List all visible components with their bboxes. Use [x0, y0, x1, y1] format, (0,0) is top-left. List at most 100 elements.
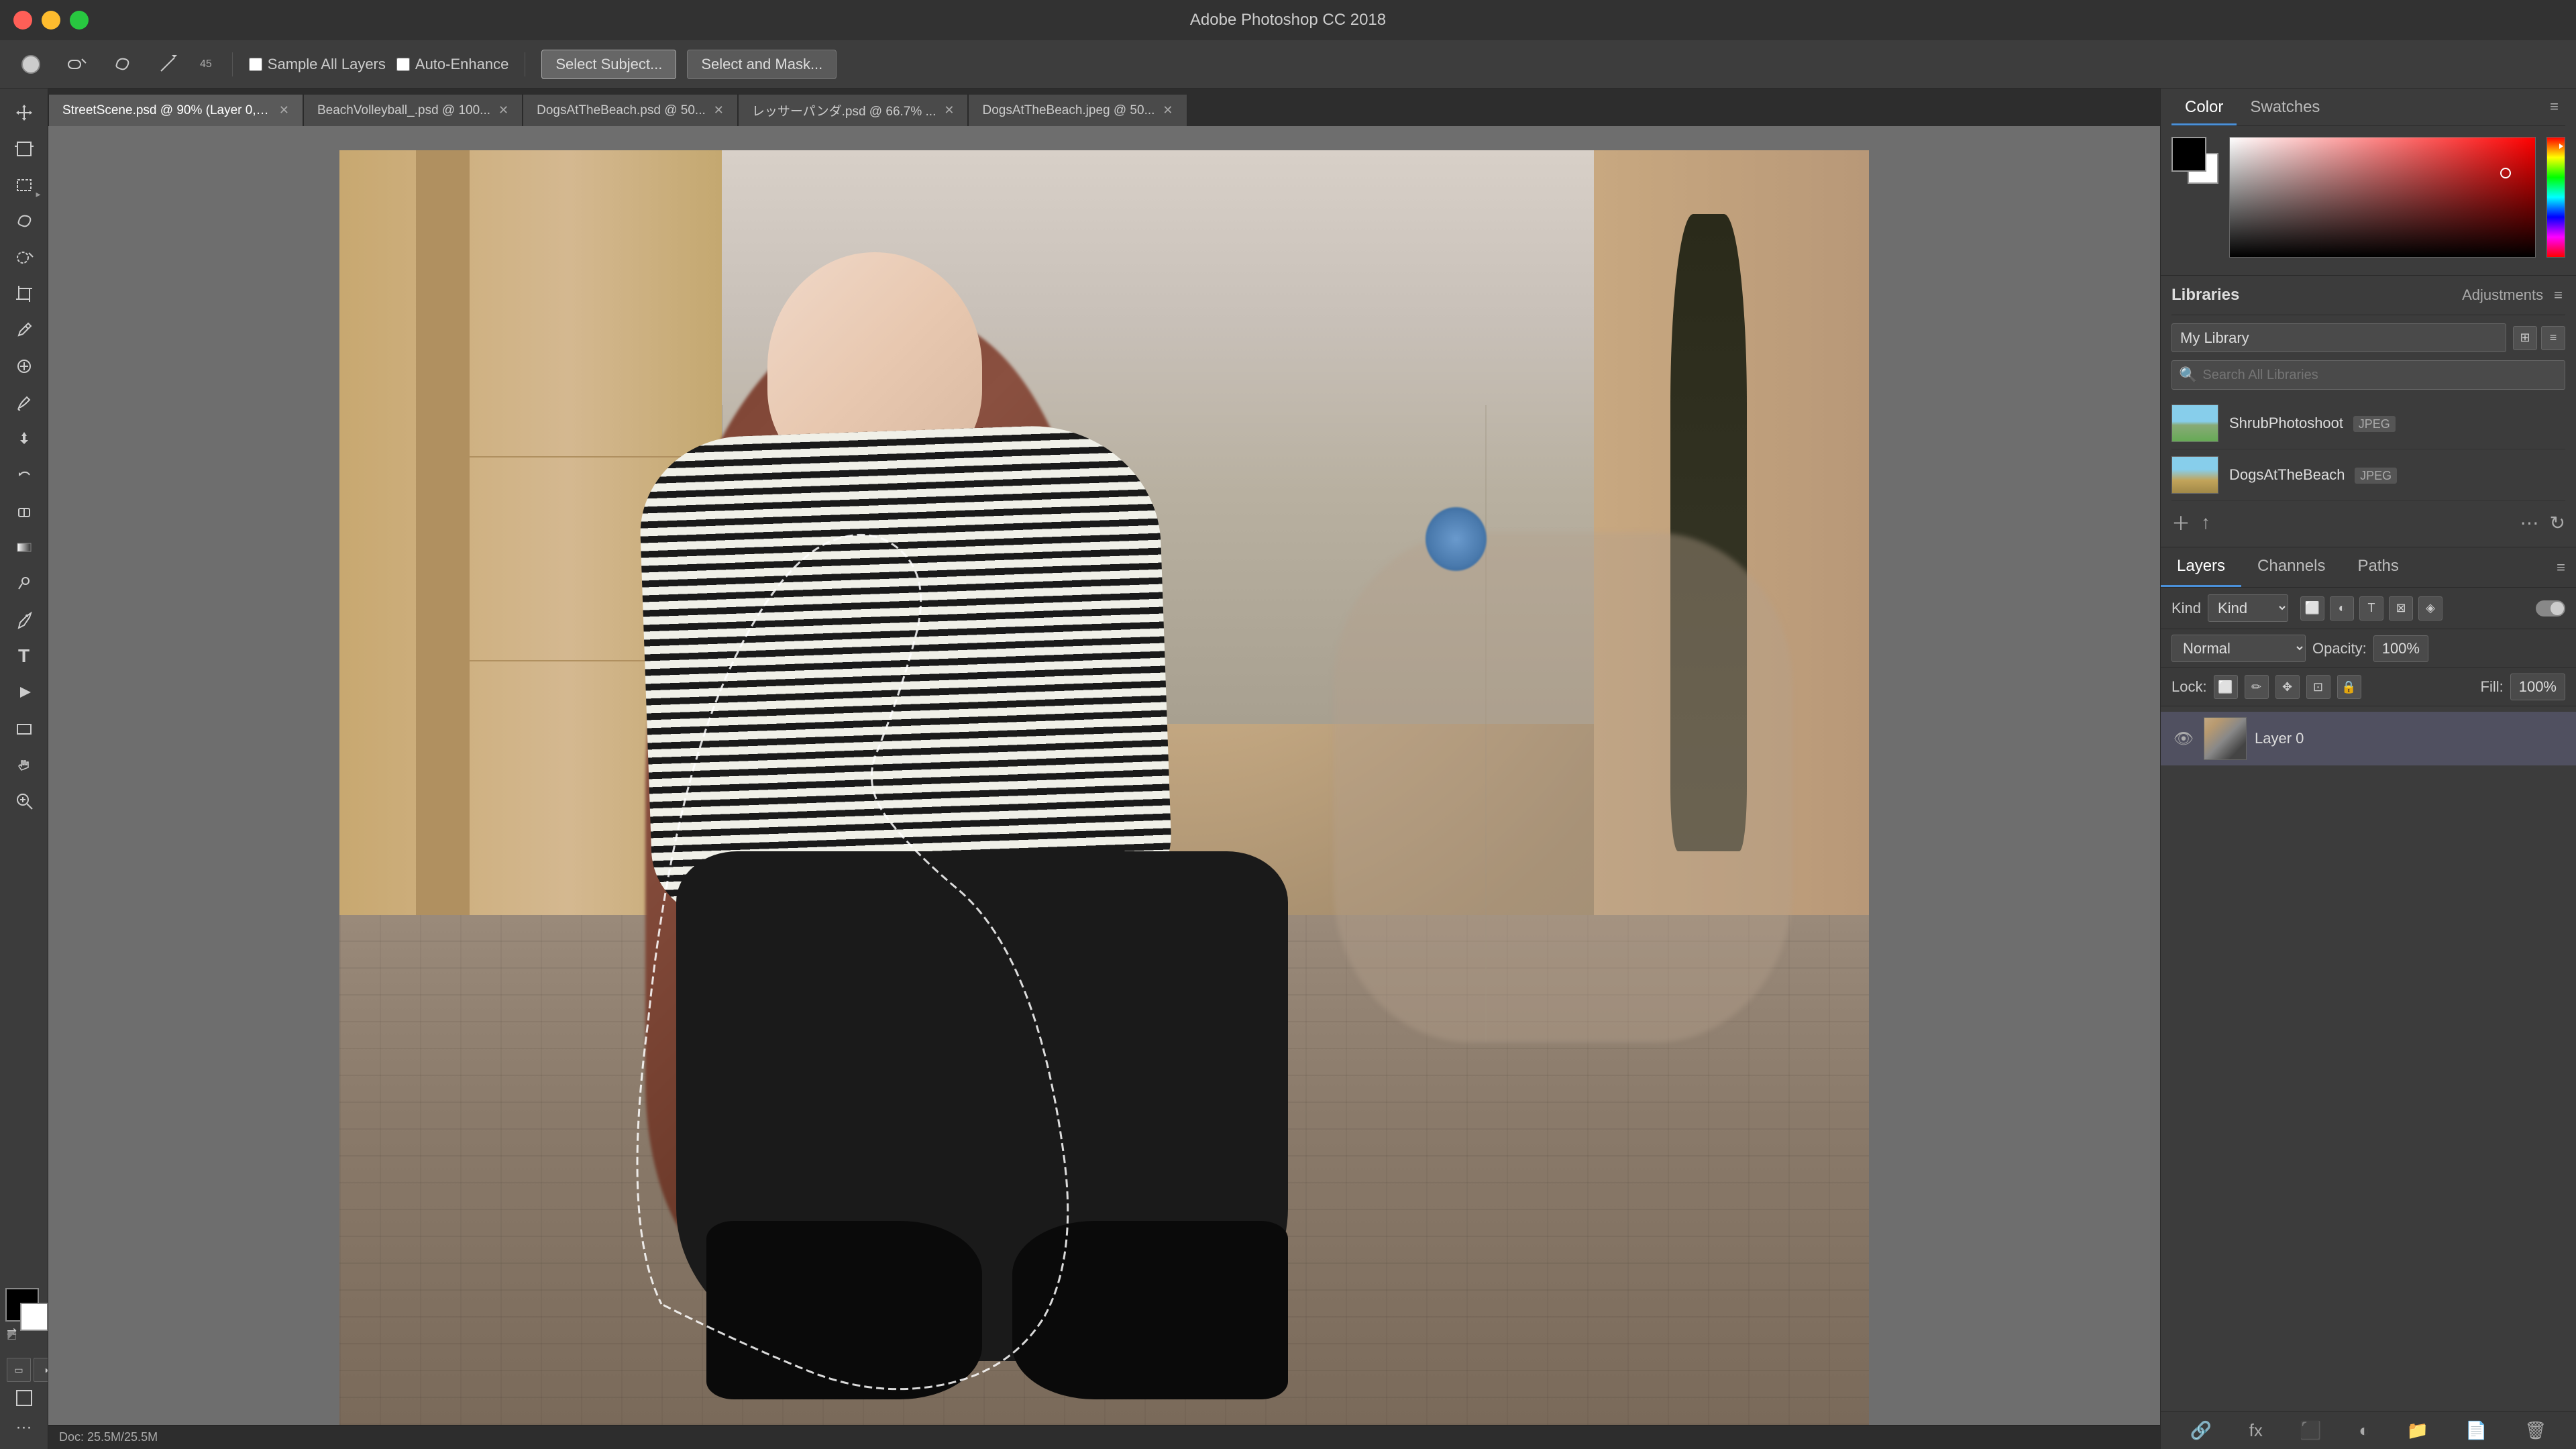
- swatches-tab[interactable]: Swatches: [2237, 91, 2333, 125]
- dodge-tool-btn[interactable]: [5, 566, 44, 601]
- library-upload-btn[interactable]: ↑: [2201, 512, 2210, 533]
- quick-selection-tool-btn[interactable]: [59, 50, 94, 79]
- quick-selection-panel-btn[interactable]: [5, 240, 44, 275]
- auto-enhance-label[interactable]: Auto-Enhance: [396, 56, 508, 73]
- color-tab[interactable]: Color: [2171, 91, 2237, 125]
- move-icon: [15, 103, 34, 122]
- zoom-tool-btn[interactable]: [5, 784, 44, 818]
- grid-view-btn[interactable]: ⊞: [2513, 326, 2537, 350]
- magic-wand-btn[interactable]: [150, 50, 185, 79]
- background-color[interactable]: [20, 1303, 48, 1331]
- color-spectrum[interactable]: [2546, 137, 2565, 258]
- library-sync-btn[interactable]: ↻: [2550, 512, 2565, 534]
- rectangle-tool-btn[interactable]: [5, 711, 44, 746]
- filter-toggle[interactable]: [2536, 600, 2565, 616]
- filter-pixel-btn[interactable]: ⬜: [2300, 596, 2324, 621]
- layer-adjustment-btn[interactable]: ◐: [2359, 1420, 2369, 1441]
- library-dropdown[interactable]: My Library CC Libraries: [2171, 323, 2506, 352]
- filter-type-btn[interactable]: T: [2359, 596, 2383, 621]
- layer-effects-btn[interactable]: fx: [2249, 1420, 2263, 1441]
- color-panel-menu[interactable]: ≡: [2543, 91, 2565, 125]
- tab-lesser-panda[interactable]: レッサーパンダ.psd @ 66.7% ... ✕: [738, 94, 969, 126]
- eyedropper-tool-btn[interactable]: [5, 313, 44, 347]
- minimize-button[interactable]: [42, 11, 60, 30]
- layer-folder-btn[interactable]: 📁: [2406, 1420, 2428, 1441]
- maximize-button[interactable]: [70, 11, 89, 30]
- lock-transparency-btn[interactable]: ⬜: [2214, 675, 2238, 699]
- lock-all-btn[interactable]: 🔒: [2337, 675, 2361, 699]
- library-more-btn[interactable]: ⋯: [2520, 512, 2539, 534]
- library-item-shrub[interactable]: ShrubPhotoshoot JPEG: [2171, 398, 2565, 449]
- layers-panel-menu[interactable]: ≡: [2546, 547, 2576, 587]
- filter-select[interactable]: Kind Name Effect Mode: [2208, 594, 2288, 622]
- layer-new-btn[interactable]: 📄: [2465, 1420, 2487, 1441]
- select-and-mask-button[interactable]: Select and Mask...: [687, 50, 837, 79]
- quick-mask-btn[interactable]: ◑: [34, 1358, 48, 1382]
- filter-smart-btn[interactable]: ◈: [2418, 596, 2443, 621]
- auto-enhance-checkbox[interactable]: [396, 58, 410, 71]
- layers-tab-layers[interactable]: Layers: [2161, 547, 2241, 587]
- sample-all-layers-checkbox[interactable]: [249, 58, 262, 71]
- pen-tool-btn[interactable]: [5, 602, 44, 637]
- sample-all-layers-label[interactable]: Sample All Layers: [249, 56, 386, 73]
- lock-artboard-btn[interactable]: ⊡: [2306, 675, 2330, 699]
- standard-mode-btn[interactable]: ▭: [7, 1358, 31, 1382]
- library-item-dogs[interactable]: DogsAtTheBeach JPEG: [2171, 449, 2565, 501]
- close-button[interactable]: [13, 11, 32, 30]
- rectangular-marquee-btn[interactable]: ▸: [5, 168, 44, 203]
- opacity-value[interactable]: 100%: [2373, 635, 2428, 662]
- path-selection-btn[interactable]: [5, 675, 44, 710]
- gradient-tool-btn[interactable]: [5, 530, 44, 565]
- brush-tool-btn[interactable]: [5, 385, 44, 420]
- color-gradient-box[interactable]: [2229, 137, 2536, 258]
- layer-link-btn[interactable]: 🔗: [2190, 1420, 2212, 1441]
- lasso-tool-btn[interactable]: [105, 50, 140, 79]
- canvas-area[interactable]: [48, 126, 2160, 1449]
- clone-stamp-btn[interactable]: [5, 421, 44, 456]
- fill-value[interactable]: 100%: [2510, 674, 2565, 700]
- tab-dogsbeach[interactable]: DogsAtTheBeach.psd @ 50... ✕: [523, 94, 738, 126]
- lock-pixels-btn[interactable]: ✏: [2245, 675, 2269, 699]
- tab-beachvolleyball-close[interactable]: ✕: [498, 103, 508, 117]
- tool-preset-1[interactable]: [13, 50, 48, 79]
- hand-tool-btn[interactable]: [5, 747, 44, 782]
- tab-dogs-jpeg-close[interactable]: ✕: [1163, 103, 1173, 117]
- history-brush-icon: [15, 466, 34, 484]
- layer-mask-btn[interactable]: ⬛: [2300, 1420, 2321, 1441]
- pen-icon: [15, 610, 34, 629]
- libraries-menu-btn[interactable]: ≡: [2551, 284, 2565, 307]
- filter-shape-btn[interactable]: ⊠: [2389, 596, 2413, 621]
- tab-streetscene-close[interactable]: ✕: [279, 103, 289, 117]
- brush-icon: [15, 393, 34, 412]
- adjustments-label[interactable]: Adjustments: [2462, 286, 2543, 304]
- tab-streetscene[interactable]: StreetScene.psd @ 90% (Layer 0, RGB/8) *…: [48, 94, 303, 126]
- blend-mode-select[interactable]: Normal Dissolve Multiply Screen Overlay: [2171, 635, 2306, 662]
- move-tool-btn[interactable]: [5, 95, 44, 130]
- eraser-tool-btn[interactable]: [5, 494, 44, 529]
- layers-tab-channels[interactable]: Channels: [2241, 547, 2341, 587]
- tab-beachvolleyball[interactable]: BeachVolleyball_.psd @ 100... ✕: [303, 94, 523, 126]
- filter-adjustment-btn[interactable]: ◐: [2330, 596, 2354, 621]
- healing-brush-btn[interactable]: [5, 349, 44, 384]
- layer-delete-btn[interactable]: 🗑: [2524, 1420, 2546, 1441]
- lock-position-btn[interactable]: ✥: [2275, 675, 2300, 699]
- list-view-btn[interactable]: ≡: [2541, 326, 2565, 350]
- library-add-btn[interactable]: ＋: [2171, 509, 2190, 536]
- layer-item-0[interactable]: 👁 Layer 0: [2161, 712, 2576, 765]
- type-tool-btn[interactable]: T: [5, 639, 44, 674]
- foreground-color-box[interactable]: [2171, 137, 2206, 172]
- select-subject-button[interactable]: Select Subject...: [541, 50, 676, 79]
- tab-dogsbeach-close[interactable]: ✕: [714, 103, 724, 117]
- lasso-tool-panel-btn[interactable]: [5, 204, 44, 239]
- canvas-image[interactable]: [339, 150, 1869, 1425]
- artboard-tool-btn[interactable]: [5, 131, 44, 166]
- default-colors-btn[interactable]: ◩: [7, 1328, 17, 1342]
- crop-tool-btn[interactable]: [5, 276, 44, 311]
- tab-lesser-panda-close[interactable]: ✕: [944, 103, 954, 117]
- layer-0-visibility[interactable]: 👁: [2171, 729, 2196, 749]
- library-search-input[interactable]: [2202, 368, 2558, 383]
- history-brush-btn[interactable]: [5, 458, 44, 492]
- layers-tab-paths[interactable]: Paths: [2341, 547, 2414, 587]
- edit-toolbar-btn[interactable]: ···: [5, 1410, 44, 1445]
- tab-dogs-jpeg[interactable]: DogsAtTheBeach.jpeg @ 50... ✕: [968, 94, 1187, 126]
